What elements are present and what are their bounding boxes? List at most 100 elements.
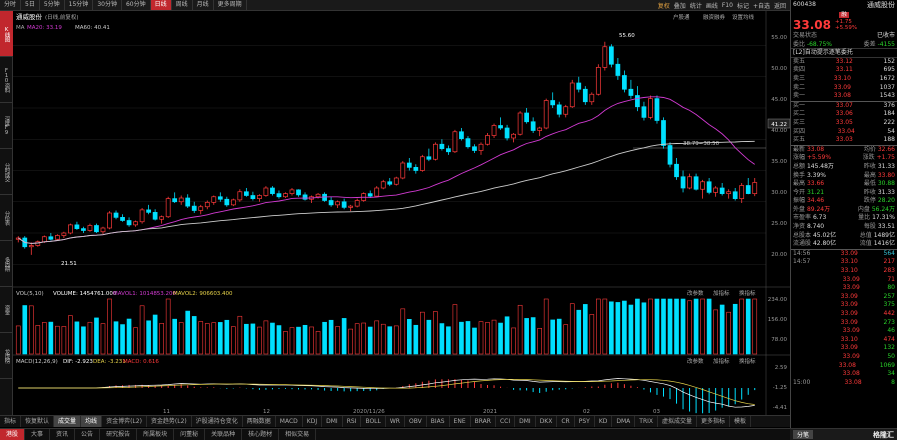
period-tab-1[interactable]: 5日 [21, 0, 40, 10]
status-tab-9[interactable]: 相似交易 [279, 428, 317, 440]
chart-area[interactable]: 通威股份 (日线,前复权) MA MA20: 33.19 MA60: 40.41… [13, 11, 791, 415]
toolbar-btn-5[interactable]: 标记 [737, 1, 749, 10]
toolbar-btn-1[interactable]: 叠加 [674, 1, 686, 10]
stat-left-11: 流通股 42.80亿 [793, 240, 836, 249]
status-tab-3[interactable]: 公告 [75, 428, 101, 440]
toolbar-btn-0[interactable]: 复权 [658, 1, 670, 10]
indicator-tab-4[interactable]: 资金博弈(L2) [102, 416, 147, 427]
macd-link-0[interactable]: 改参数 [687, 357, 704, 365]
period-tab-4[interactable]: 30分钟 [93, 0, 122, 10]
indicator-tab-18[interactable]: CCI [496, 416, 516, 427]
indicator-tab-17[interactable]: BRAR [471, 416, 496, 427]
indicator-tab-25[interactable]: TRIX [635, 416, 658, 427]
vol-bar-108 [719, 304, 725, 355]
indicator-tab-6[interactable]: 沪股通持仓变化 [192, 416, 243, 427]
vol-link-2[interactable]: 换指标 [739, 289, 756, 297]
indicator-tab-28[interactable]: 模板 [730, 416, 752, 427]
status-tab-6[interactable]: 问董秘 [174, 428, 206, 440]
vol-link-1[interactable]: 加指标 [713, 289, 730, 297]
indicator-tab-15[interactable]: BIAS [427, 416, 450, 427]
toolbar-btn-2[interactable]: 统计 [690, 1, 702, 10]
indicator-tab-8[interactable]: MACD [276, 416, 303, 427]
left-tab-0[interactable]: K线图 [0, 11, 13, 57]
indicator-tab-26[interactable]: 虚拟成交量 [658, 416, 698, 427]
tr-link-1[interactable]: 融资融券 [703, 13, 726, 21]
indicator-tab-5[interactable]: 资金趋势(L2) [147, 416, 192, 427]
candle-body-39 [270, 187, 275, 194]
indicator-tab-10[interactable]: DMI [322, 416, 343, 427]
indicator-tab-11[interactable]: RSI [343, 416, 362, 427]
indicator-tab-23[interactable]: KD [595, 416, 613, 427]
l2-notice[interactable]: [L2]自动提示逐笔委托 [793, 49, 853, 57]
left-tab-7[interactable]: 龙虎榜 [0, 333, 13, 379]
left-tab-1[interactable]: F10资料 [0, 57, 13, 103]
vol-bar-16 [120, 324, 125, 355]
candle-body-81 [543, 100, 549, 129]
period-tab-8[interactable]: 月线 [193, 0, 214, 10]
indicator-tab-19[interactable]: DMI [515, 416, 536, 427]
status-tab-7[interactable]: 关联品种 [205, 428, 243, 440]
indicator-tab-7[interactable]: 两融数据 [243, 416, 276, 427]
indicator-tab-14[interactable]: OBV [405, 416, 427, 427]
status-tab-5[interactable]: 所属板块 [137, 428, 175, 440]
vol-bar-61 [413, 324, 419, 355]
vol-link-0[interactable]: 改参数 [687, 289, 704, 297]
toolbar-btn-6[interactable]: +自选 [753, 1, 770, 10]
period-tab-6[interactable]: 日线 [150, 0, 172, 10]
candle-body-77 [517, 112, 523, 135]
stat-left-5: 今开 31.21 [793, 189, 824, 198]
period-tab-0[interactable]: 分时 [0, 0, 22, 10]
vol-bar-64 [433, 311, 438, 355]
left-tab-6[interactable]: 资金 [0, 287, 13, 333]
indicator-tab-16[interactable]: ENE [450, 416, 471, 427]
indicator-tab-20[interactable]: DKX [536, 416, 558, 427]
toolbar-btn-3[interactable]: 画线 [706, 1, 718, 10]
stat-label-a-1: 涨幅 [793, 154, 806, 162]
tr-link-0[interactable]: 户股通 [673, 13, 690, 21]
candle-body-50 [341, 201, 347, 208]
indicator-tab-0[interactable]: 指标 [0, 416, 22, 427]
tick-price-15: 33.08 [844, 378, 862, 386]
status-tab-0[interactable]: 港股 [0, 428, 26, 440]
stat-label-b-7: 内盘 [857, 205, 870, 213]
left-tab-4[interactable]: 分价表 [0, 195, 13, 241]
indicator-tab-22[interactable]: PSY [575, 416, 595, 427]
status-tab-8[interactable]: 核心题材 [242, 428, 280, 440]
period-tab-3[interactable]: 15分钟 [65, 0, 94, 10]
indicator-tab-13[interactable]: WR [386, 416, 405, 427]
vol-bar-92 [615, 302, 621, 355]
kline-chart[interactable]: 通威股份 (日线,前复权) MA MA20: 33.19 MA60: 40.41… [13, 11, 791, 415]
period-tab-7[interactable]: 周线 [172, 0, 193, 10]
indicator-tab-2[interactable]: 成交量 [54, 416, 82, 427]
candle-body-62 [419, 156, 425, 171]
toolbar-btn-7[interactable]: 返回 [774, 1, 786, 10]
period-tab-2[interactable]: 5分钟 [40, 0, 65, 10]
indicator-tab-3[interactable]: 均线 [81, 416, 103, 427]
indicator-tab-27[interactable]: 更多指标 [697, 416, 731, 427]
indicator-tab-24[interactable]: DMA [612, 416, 636, 427]
indicator-tab-12[interactable]: BOLL [361, 416, 386, 427]
macd-link-2[interactable]: 换指标 [739, 357, 756, 365]
indicator-tab-1[interactable]: 恢复默认 [21, 416, 55, 427]
status-tab-2[interactable]: 资讯 [50, 428, 76, 440]
status-tab-4[interactable]: 研究报告 [100, 428, 138, 440]
status-tab-1[interactable]: 大事 [25, 428, 51, 440]
left-tab-2[interactable]: 深度F9 [0, 103, 13, 149]
asks-price-0: 33.12 [835, 57, 853, 65]
left-tab-3[interactable]: 分时成交 [0, 149, 13, 195]
stat-label-a-7: 外盘 [793, 205, 806, 213]
toolbar-btn-4[interactable]: F10 [722, 2, 733, 9]
tr-link-2[interactable]: 设置均线 [732, 13, 755, 21]
rp-tab-ticks[interactable]: 分笔 [793, 430, 814, 439]
candle-body-10 [81, 228, 86, 231]
left-tab-5[interactable]: 多周期 [0, 241, 13, 287]
indicator-tab-9[interactable]: KDJ [303, 416, 323, 427]
vol-bar-21 [152, 314, 158, 355]
candle-body-72 [485, 135, 490, 145]
notice-row[interactable]: [L2]自动提示逐笔委托 [791, 49, 897, 58]
period-tab-9[interactable]: 更多周期 [214, 0, 247, 10]
period-tab-5[interactable]: 60分钟 [122, 0, 151, 10]
indicator-tab-21[interactable]: CR [557, 416, 575, 427]
vol-bar-111 [739, 298, 745, 355]
macd-link-1[interactable]: 加指标 [713, 357, 730, 365]
